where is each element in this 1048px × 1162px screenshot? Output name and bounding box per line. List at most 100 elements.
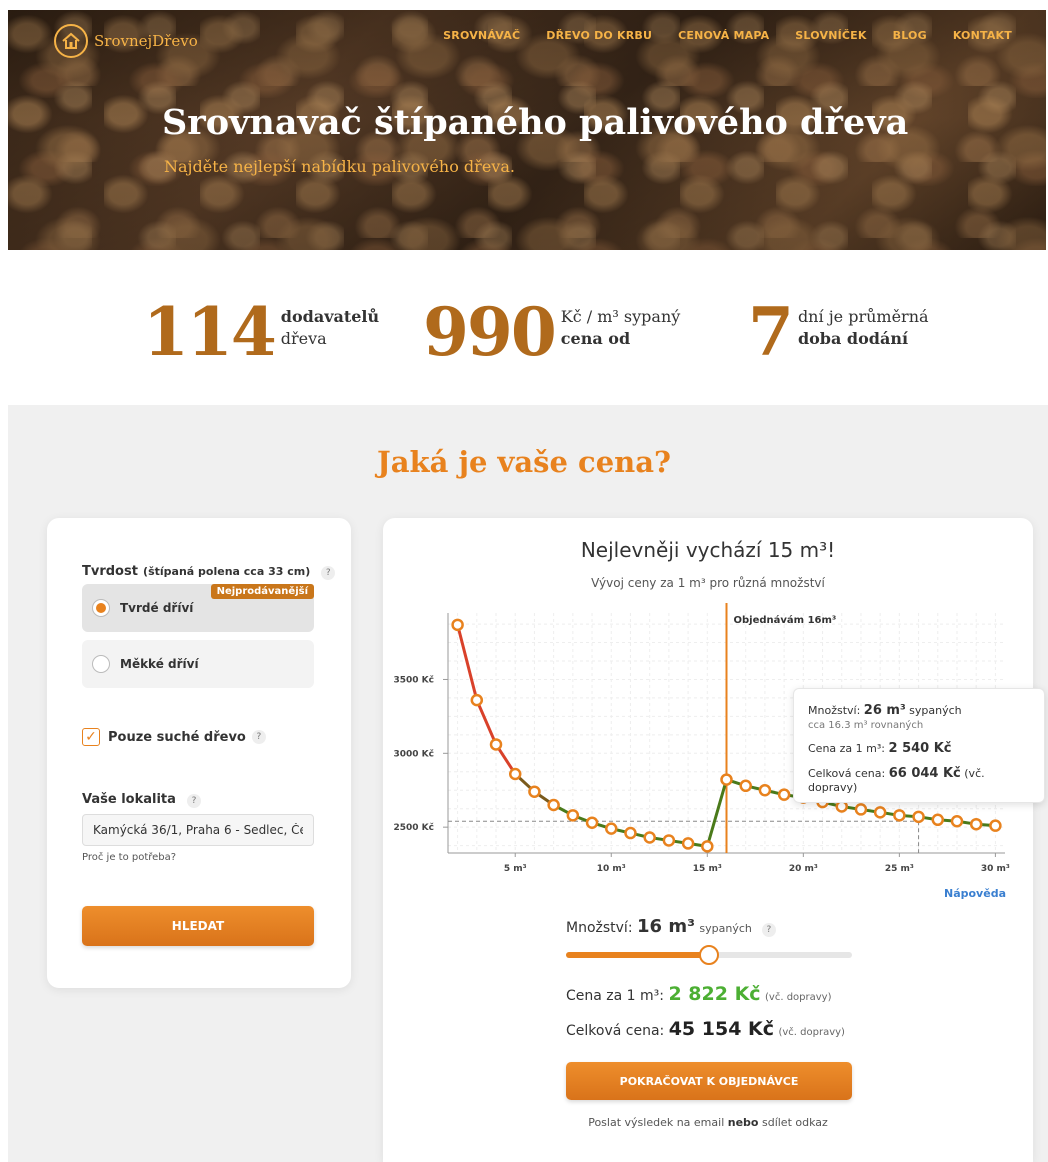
radio-label: Tvrdé dříví [120, 601, 194, 615]
x-tick-label: 15 m³ [693, 864, 722, 874]
share-email-link[interactable]: Poslat výsledek na email [588, 1116, 724, 1129]
quantity-row: Množství: 16 m³ sypaných ? [566, 916, 776, 937]
nav-blog[interactable]: BLOG [893, 29, 927, 42]
logo[interactable]: SrovnejDřevo [54, 24, 198, 58]
help-icon[interactable]: ? [761, 923, 776, 937]
filter-card: Tvrdost (štípaná polena cca 33 cm) ? Tvr… [47, 518, 351, 988]
tooltip-total-label: Celková cena: [808, 767, 886, 780]
tooltip-qty-label: Množství: [808, 704, 861, 717]
continue-order-button[interactable]: POKRAČOVAT K OBJEDNÁVCE [566, 1062, 852, 1100]
data-point [873, 806, 887, 819]
tooltip-unit-price-label: Cena za 1 m³: [808, 742, 885, 755]
x-tick-label: 30 m³ [981, 864, 1010, 874]
data-point [585, 816, 599, 829]
data-point [528, 785, 541, 798]
data-point [566, 809, 580, 822]
tooltip-unit-price-value: 2 540 Kč [888, 741, 952, 756]
result-card: Nejlevněji vychází 15 m³! Vývoj ceny za … [383, 518, 1045, 1162]
radio-hard-wood[interactable]: Tvrdé dříví Nejprodávanější [82, 584, 314, 632]
unit-price-value: 2 822 Kč [668, 983, 761, 1005]
data-point [854, 803, 868, 816]
data-point [931, 813, 945, 827]
tooltip-qty-note: cca 16.3 m³ rovnaných [808, 720, 924, 731]
data-point [950, 814, 964, 828]
tooltip-qty-unit: sypaných [909, 704, 962, 717]
dry-only-label: Pouze suché dřevo [108, 729, 246, 745]
section-title: Jaká je vaše cena? [376, 445, 672, 479]
nav-slovnicek[interactable]: SLOVNÍČEK [795, 29, 866, 42]
series-segment [705, 778, 728, 848]
why-needed-link[interactable]: Proč je to potřeba? [82, 852, 176, 863]
order-marker-label: Objednávám 16m³ [734, 614, 837, 626]
hardness-label: Tvrdost [82, 564, 138, 579]
quantity-unit: sypaných [699, 922, 752, 935]
slider-handle[interactable] [699, 945, 719, 965]
total-price-row: Celková cena: 45 154 Kč (vč. dopravy) [566, 1018, 845, 1040]
data-point [508, 767, 522, 781]
stat-price-from: 990 Kč / m³ sypaný cena od [423, 296, 680, 368]
data-point [912, 810, 925, 824]
data-point [470, 693, 484, 707]
stat-label-line1: dní je průměrná [797, 307, 929, 326]
data-point [758, 783, 772, 797]
stat-number: 7 [748, 293, 794, 371]
help-link[interactable]: Nápověda [944, 887, 1006, 900]
total-price-value: 45 154 Kč [668, 1018, 775, 1040]
search-button[interactable]: HLEDAT [82, 906, 314, 946]
stat-label-line2: doba dodání [797, 329, 909, 348]
main-nav: SROVNÁVAČ DŘEVO DO KRBU CENOVÁ MAPA SLOV… [443, 29, 1012, 42]
total-price-label: Celková cena: [566, 1023, 665, 1039]
series-segment [456, 623, 479, 702]
data-point [777, 788, 791, 801]
series-segment [475, 698, 498, 746]
data-point [701, 840, 714, 853]
location-input[interactable] [82, 814, 314, 846]
data-point [720, 773, 733, 786]
radio-label: Měkké dříví [120, 657, 199, 671]
radio-unselected-icon [92, 655, 110, 673]
bestseller-badge: Nejprodávanější [210, 584, 314, 599]
dry-only-checkbox-row[interactable]: ✓ Pouze suché dřevo ? [82, 728, 266, 746]
nav-cenova-mapa[interactable]: CENOVÁ MAPA [678, 29, 769, 42]
help-icon[interactable]: ? [321, 566, 336, 580]
y-tick-label: 3500 Kč [394, 674, 435, 685]
logo-icon [54, 24, 88, 58]
logo-text: SrovnejDřevo [94, 32, 198, 50]
share-or: nebo [727, 1116, 759, 1129]
x-tick-label: 20 m³ [789, 864, 818, 874]
nav-drevo-do-krbu[interactable]: DŘEVO DO KRBU [546, 29, 652, 42]
quantity-value: 16 m³ [637, 916, 695, 937]
stat-label-line2: cena od [560, 329, 631, 348]
radio-soft-wood[interactable]: Měkké dříví [82, 640, 314, 688]
help-icon[interactable]: ? [251, 730, 266, 744]
data-point [624, 826, 637, 840]
quantity-slider[interactable] [566, 945, 852, 965]
chart-subtitle: Vývoj ceny za 1 m³ pro různá množství [591, 576, 825, 590]
stat-label-line1: dodavatelů [280, 307, 380, 326]
nav-srovnavac[interactable]: SROVNÁVAČ [443, 29, 520, 42]
radio-selected-icon [92, 599, 110, 617]
data-point [605, 822, 618, 835]
quantity-label: Množství: [566, 920, 633, 936]
unit-price-row: Cena za 1 m³: 2 822 Kč (vč. dopravy) [566, 983, 831, 1005]
checkmark-icon[interactable]: ✓ [82, 728, 100, 746]
data-point [451, 618, 464, 632]
data-point [989, 819, 1002, 832]
data-point [662, 834, 676, 847]
data-point [643, 831, 656, 844]
page-subtitle: Najděte nejlepší nabídku palivového dřev… [164, 157, 515, 176]
hero-banner: SrovnejDřevo SROVNÁVAČ DŘEVO DO KRBU CEN… [8, 10, 1046, 250]
share-link[interactable]: sdílet odkaz [762, 1116, 828, 1129]
nav-kontakt[interactable]: KONTAKT [953, 29, 1012, 42]
total-price-note: (vč. dopravy) [778, 1027, 845, 1038]
x-tick-label: 10 m³ [597, 864, 626, 874]
slider-fill [566, 952, 709, 958]
help-icon[interactable]: ? [187, 794, 202, 808]
x-tick-label: 5 m³ [504, 864, 527, 874]
stat-suppliers: 114 dodavatelů dřeva [143, 296, 379, 368]
stat-number: 114 [143, 293, 277, 371]
y-tick-label: 2500 Kč [394, 822, 435, 833]
x-tick-label: 25 m³ [885, 864, 914, 874]
data-point [969, 817, 983, 831]
data-point [681, 837, 695, 850]
